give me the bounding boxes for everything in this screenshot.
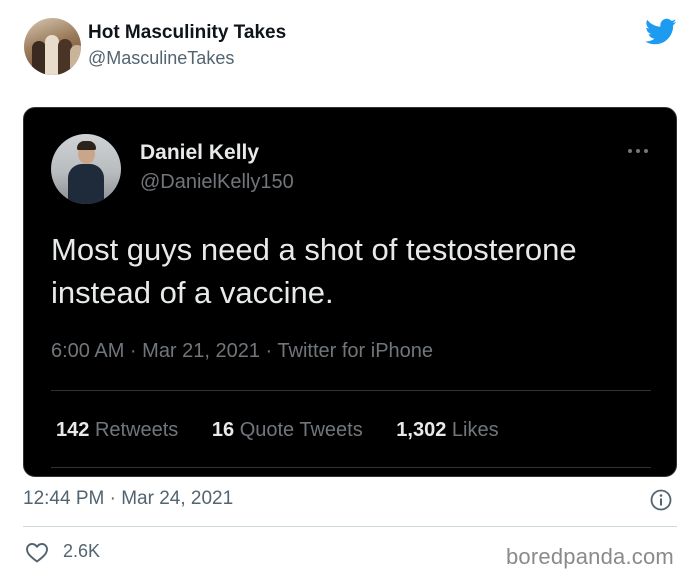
quote-tweets-label: Quote Tweets <box>239 419 363 441</box>
likes-stat[interactable]: 1,302 Likes <box>396 419 498 442</box>
quoted-display-name[interactable]: Daniel Kelly <box>140 141 259 165</box>
outer-timestamp[interactable]: 12:44 PM · Mar 24, 2021 <box>23 488 233 510</box>
divider <box>51 467 651 468</box>
retweets-label: Retweets <box>94 419 179 441</box>
quote-tweets-count: 16 <box>211 419 235 441</box>
twitter-bird-icon[interactable] <box>645 18 677 46</box>
quoted-avatar[interactable] <box>51 134 121 204</box>
quoted-tweet-stats: 142 Retweets 16 Quote Tweets 1,302 Likes <box>56 419 527 442</box>
quoted-tweet-card[interactable]: Daniel Kelly @DanielKelly150 Most guys n… <box>23 107 677 477</box>
watermark: boredpanda.com <box>506 544 674 569</box>
outer-avatar[interactable] <box>24 18 81 75</box>
likes-count: 1,302 <box>396 419 447 441</box>
retweets-count: 142 <box>56 419 90 441</box>
outer-display-name[interactable]: Hot Masculinity Takes <box>88 22 286 44</box>
quote-tweets-stat[interactable]: 16 Quote Tweets <box>212 419 363 442</box>
quoted-handle[interactable]: @DanielKelly150 <box>140 171 294 194</box>
quoted-tweet-meta[interactable]: 6:00 AM · Mar 21, 2021 · Twitter for iPh… <box>51 340 433 363</box>
like-count[interactable]: 2.6K <box>63 541 100 562</box>
info-icon[interactable] <box>650 489 672 511</box>
outer-handle[interactable]: @MasculineTakes <box>88 48 234 69</box>
divider <box>51 390 651 391</box>
divider <box>23 526 677 527</box>
retweets-stat[interactable]: 142 Retweets <box>56 419 178 442</box>
outer-tweet-header: Hot Masculinity Takes @MasculineTakes <box>0 0 700 100</box>
quoted-tweet-text: Most guys need a shot of testosterone in… <box>51 232 577 310</box>
more-dots-icon[interactable] <box>626 144 650 158</box>
heart-icon[interactable] <box>25 541 49 563</box>
likes-label: Likes <box>451 419 499 441</box>
